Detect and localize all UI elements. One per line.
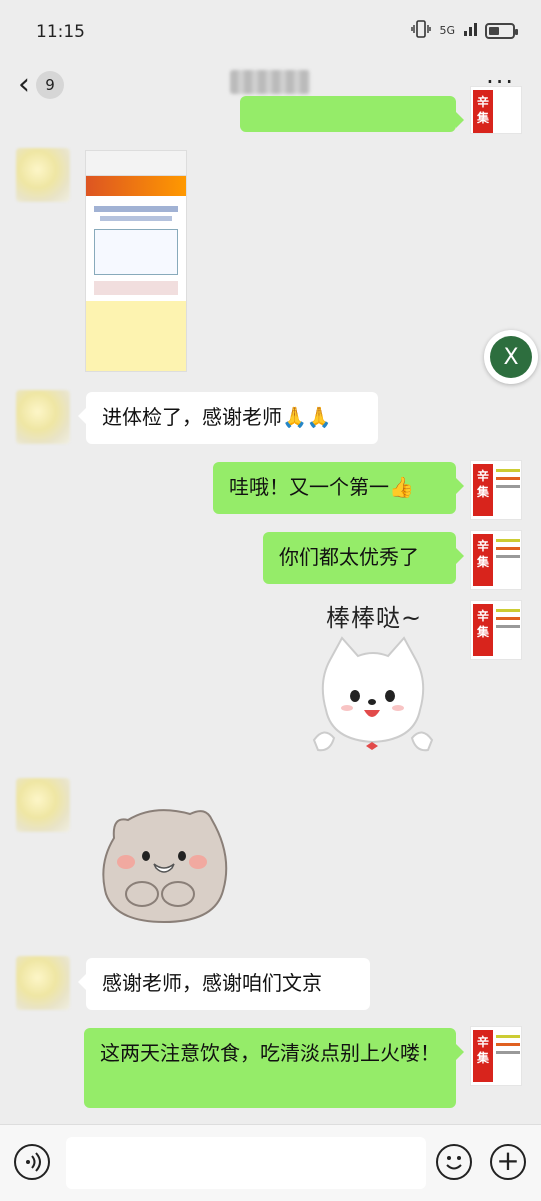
- input-bar: +: [0, 1124, 541, 1201]
- avatar-contact[interactable]: [16, 148, 70, 202]
- back-chevron-icon: ‹: [18, 67, 30, 102]
- avatar-badge-text: 辛集: [473, 90, 493, 133]
- sticker-grey-cat[interactable]: [94, 798, 234, 926]
- avatar-contact[interactable]: [16, 778, 70, 832]
- avatar-badge-text: 辛集: [473, 534, 493, 586]
- avatar-self[interactable]: 辛集: [470, 530, 522, 590]
- avatar-self[interactable]: 辛集: [470, 460, 522, 520]
- vibrate-icon: [411, 20, 432, 41]
- voice-input-button[interactable]: [14, 1144, 50, 1180]
- fab-label: X: [490, 336, 532, 378]
- voice-icon: [26, 1152, 41, 1172]
- back-button[interactable]: ‹ 9: [18, 70, 64, 100]
- message-bubble[interactable]: 感谢老师，感谢咱们文京: [78, 958, 370, 1010]
- network-label: 5G: [439, 24, 455, 37]
- avatar-badge-text: 辛集: [473, 464, 493, 516]
- emoji-button[interactable]: [436, 1144, 472, 1180]
- avatar-self[interactable]: 辛集: [470, 600, 522, 660]
- avatar-contact[interactable]: [16, 956, 70, 1010]
- signal-icon: [463, 21, 477, 40]
- message-bubble-partial[interactable]: [240, 96, 464, 132]
- battery-icon: [485, 22, 518, 39]
- avatar-badge-text: 辛集: [473, 604, 493, 656]
- avatar-badge-text: 辛集: [473, 1030, 493, 1082]
- avatar-self[interactable]: 辛集: [470, 86, 522, 134]
- status-icons: 5G: [411, 20, 518, 41]
- sticker-caption: 棒棒哒~: [326, 604, 423, 632]
- message-bubble[interactable]: 这两天注意饮食，吃清淡点别上火喽！: [84, 1028, 464, 1108]
- message-bubble[interactable]: 进体检了，感谢老师🙏🙏: [78, 392, 378, 444]
- chat-title-blurred: [230, 70, 310, 94]
- sticker-white-dog[interactable]: [310, 630, 436, 766]
- avatar-self[interactable]: 辛集: [470, 1026, 522, 1086]
- unread-count-badge: 9: [36, 71, 64, 99]
- plus-icon: +: [496, 1144, 520, 1177]
- status-time: 11:15: [36, 22, 85, 42]
- message-bubble[interactable]: 哇哦！又一个第一👍: [213, 462, 464, 514]
- smiley-icon: [446, 1156, 462, 1170]
- message-bubble[interactable]: 你们都太优秀了: [263, 532, 464, 584]
- more-functions-button[interactable]: +: [490, 1144, 526, 1180]
- message-image[interactable]: [85, 150, 187, 372]
- message-input[interactable]: [66, 1137, 426, 1189]
- status-bar: 11:15 5G: [0, 0, 541, 62]
- avatar-contact[interactable]: [16, 390, 70, 444]
- floating-close-button[interactable]: X: [484, 330, 538, 384]
